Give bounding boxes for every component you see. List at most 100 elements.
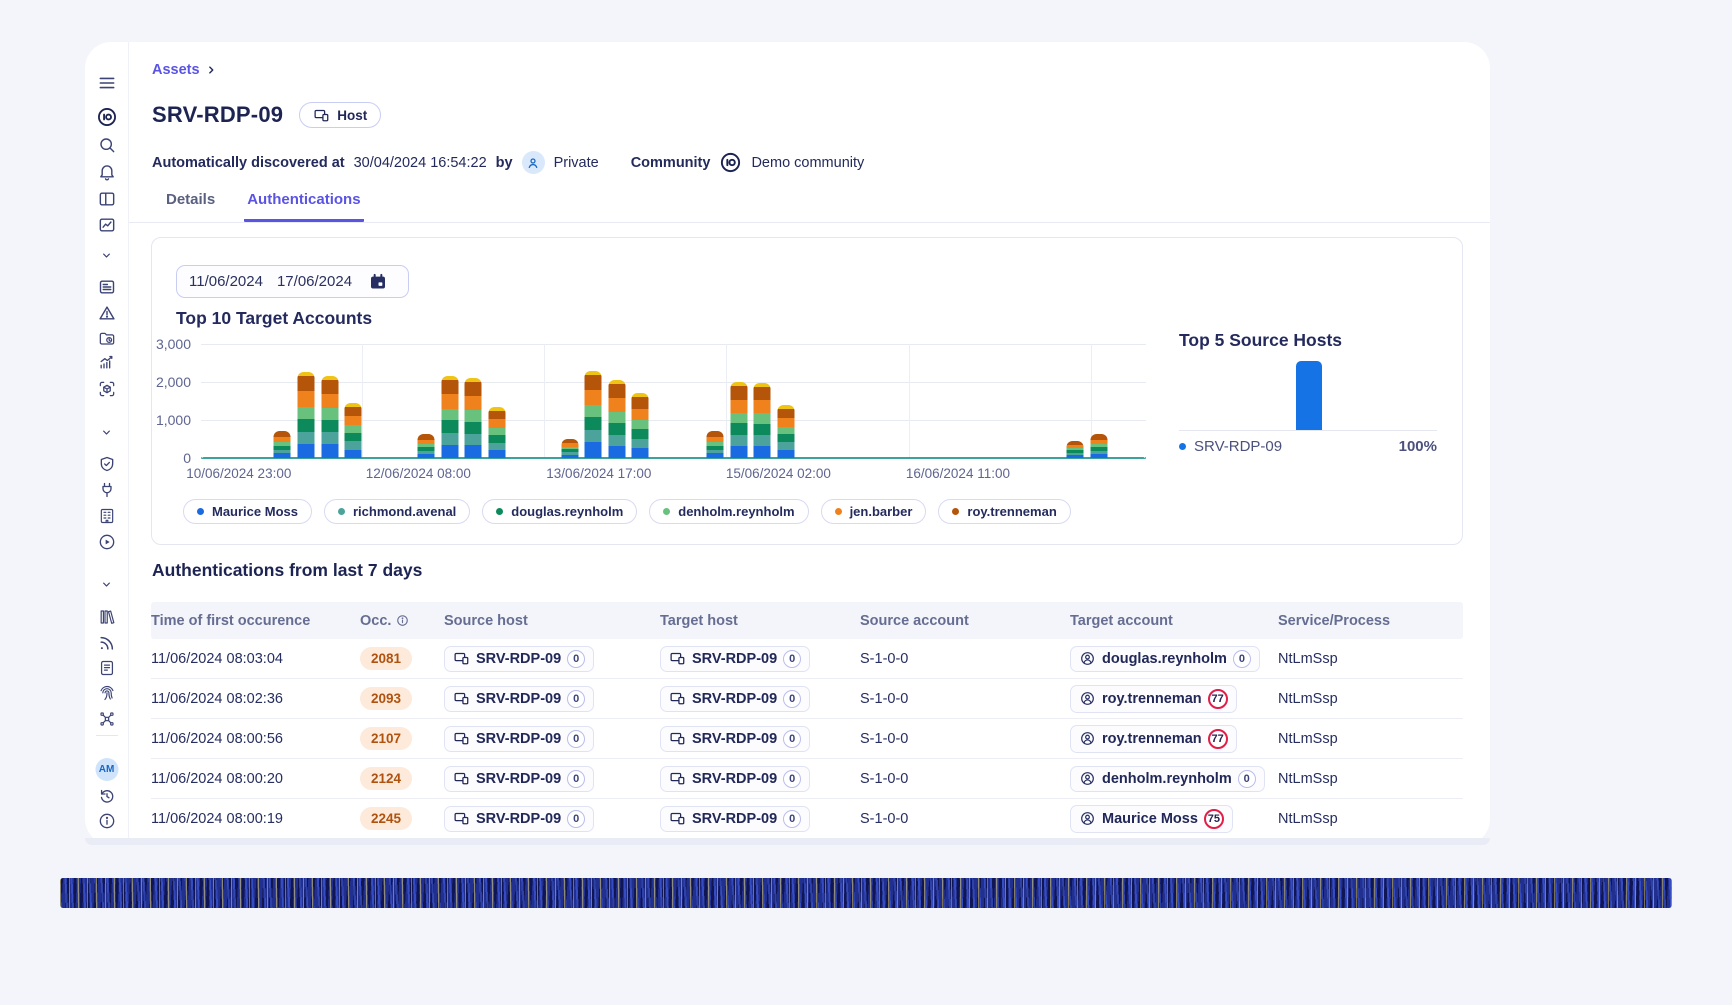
sidebar-board-icon[interactable] [96,188,118,210]
stacked-bar[interactable] [488,407,505,458]
date-range-picker[interactable]: 11/06/2024 17/06/2024 [176,265,409,298]
sidebar-news-icon[interactable] [96,276,118,298]
stacked-bar[interactable] [417,434,434,458]
sidebar-shield-check-icon[interactable] [96,453,118,475]
host-chip[interactable]: SRV-RDP-090 [660,766,810,792]
gridline-h [201,382,1146,383]
bar-segment [1067,455,1084,458]
host-type-badge[interactable]: Host [299,102,381,128]
bar-segment [465,422,482,434]
community-logo-icon [719,151,742,174]
date-end[interactable]: 17/06/2024 [277,273,352,290]
host-chip[interactable]: SRV-RDP-090 [660,806,810,832]
stacked-bar[interactable] [321,376,338,458]
stacked-bar[interactable] [754,383,771,458]
sidebar-search-icon[interactable] [96,134,118,156]
sidebar-history-icon[interactable] [96,785,118,807]
host-chip[interactable]: SRV-RDP-090 [444,806,594,832]
y-axis-tick: 1,000 [156,412,201,428]
bar-segment [345,425,362,433]
sidebar-info-icon[interactable] [96,810,118,832]
sidebar-chevron-down-icon[interactable] [96,421,118,443]
sidebar-menu-icon[interactable] [96,72,118,94]
table-row[interactable]: 11/06/2024 08:02:362093SRV-RDP-090SRV-RD… [151,679,1463,719]
host-chip[interactable]: SRV-RDP-090 [660,646,810,672]
legend-chip[interactable]: jen.barber [821,499,927,524]
sidebar-report-icon[interactable] [96,657,118,679]
bar-segment [730,435,747,446]
account-name: denholm.reynholm [1102,771,1232,787]
bar-segment [345,407,362,416]
sidebar-chevron-down-icon[interactable] [96,573,118,595]
legend-dot [197,508,204,515]
bar-segment [754,424,771,436]
stacked-bar[interactable] [441,376,458,458]
sidebar-warning-icon[interactable] [96,302,118,324]
sidebar-cube-scan-icon[interactable] [96,378,118,400]
sidebar-chevron-down-icon[interactable] [96,244,118,266]
account-chip[interactable]: roy.trenneman77 [1070,725,1237,753]
sidebar-network-icon[interactable] [96,708,118,730]
stacked-bar[interactable] [707,431,724,458]
stacked-bar[interactable] [561,439,578,458]
date-start[interactable]: 11/06/2024 [189,273,263,290]
host-chip[interactable]: SRV-RDP-090 [444,766,594,792]
sidebar-logo-icon[interactable] [96,106,118,128]
sidebar-library-icon[interactable] [96,606,118,628]
stacked-bar[interactable] [730,382,747,458]
column-header: Target account [1070,613,1278,629]
tab-details[interactable]: Details [163,191,218,222]
legend-chip[interactable]: richmond.avenal [324,499,470,524]
stacked-bar[interactable] [632,393,649,458]
host-chip[interactable]: SRV-RDP-090 [444,686,594,712]
stacked-bar[interactable] [777,405,794,458]
sidebar-fingerprint-icon[interactable] [96,682,118,704]
bar-segment [585,442,602,458]
sidebar-building-icon[interactable] [96,505,118,527]
breadcrumb-assets-link[interactable]: Assets [152,62,200,78]
account-chip[interactable]: denholm.reynholm0 [1070,766,1265,792]
stacked-bar[interactable] [608,380,625,458]
account-chip[interactable]: douglas.reynholm0 [1070,646,1260,672]
occ-info-icon[interactable] [395,613,410,628]
table-row[interactable]: 11/06/2024 08:03:042081SRV-RDP-090SRV-RD… [151,639,1463,679]
account-chip[interactable]: Maurice Moss75 [1070,805,1233,833]
sidebar-trend-icon[interactable] [96,352,118,374]
calendar-icon[interactable] [368,272,388,292]
table-row[interactable]: 11/06/2024 08:00:202124SRV-RDP-090SRV-RD… [151,759,1463,799]
stacked-bar[interactable] [585,371,602,458]
bar-segment [297,444,314,458]
bar-segment [754,446,771,458]
table-row[interactable]: 11/06/2024 08:00:192245SRV-RDP-090SRV-RD… [151,799,1463,839]
legend-chip[interactable]: denholm.reynholm [649,499,808,524]
host-chip[interactable]: SRV-RDP-090 [660,686,810,712]
bar-segment [608,398,625,412]
sidebar-chart-box-icon[interactable] [96,214,118,236]
top5-bar[interactable] [1296,361,1322,430]
stacked-bar[interactable] [1067,441,1084,458]
stacked-bar[interactable] [465,378,482,458]
stacked-bar[interactable] [297,372,314,458]
stacked-bar[interactable] [274,431,291,458]
source-account-cell: S-1-0-0 [860,771,1070,787]
stacked-bar[interactable] [1090,434,1107,458]
legend-chip[interactable]: Maurice Moss [183,499,312,524]
account-chip[interactable]: roy.trenneman77 [1070,685,1237,713]
host-chip[interactable]: SRV-RDP-090 [444,646,594,672]
sidebar-play-circle-icon[interactable] [96,531,118,553]
sidebar-bell-icon[interactable] [96,161,118,183]
sidebar-plug-icon[interactable] [96,479,118,501]
stacked-bar[interactable] [345,403,362,458]
legend-chip[interactable]: douglas.reynholm [482,499,637,524]
legend-chip[interactable]: roy.trenneman [938,499,1070,524]
tab-authentications[interactable]: Authentications [244,191,363,222]
host-chip[interactable]: SRV-RDP-090 [660,726,810,752]
sidebar-folder-clock-icon[interactable] [96,328,118,350]
host-chip[interactable]: SRV-RDP-090 [444,726,594,752]
breadcrumb[interactable]: Assets [152,62,218,78]
table-row[interactable]: 11/06/2024 08:00:562107SRV-RDP-090SRV-RD… [151,719,1463,759]
user-avatar[interactable]: AM [95,758,118,781]
sidebar-rss-icon[interactable] [96,632,118,654]
owner-avatar[interactable] [522,151,545,174]
time-cell: 11/06/2024 08:00:20 [151,771,360,787]
